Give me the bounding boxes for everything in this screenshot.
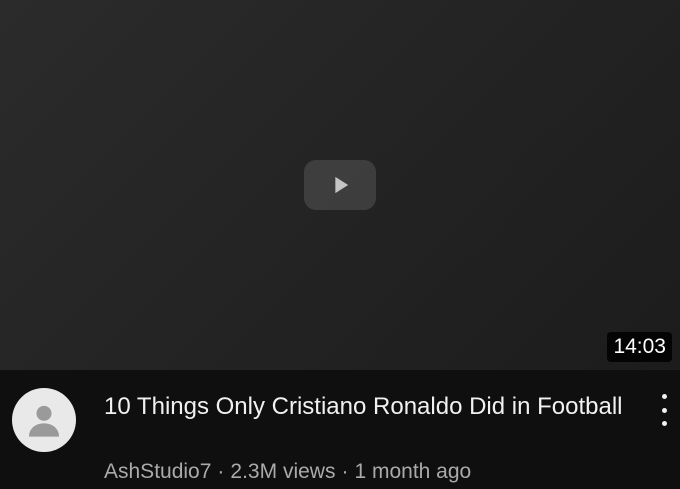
channel-name[interactable]: AshStudio7	[104, 460, 211, 483]
duration-badge: 14:03	[607, 332, 672, 362]
video-title[interactable]: 10 Things Only Cristiano Ronaldo Did in …	[104, 390, 634, 424]
menu-dot	[661, 421, 667, 426]
channel-avatar[interactable]	[12, 388, 76, 452]
play-icon	[304, 160, 376, 210]
separator: ·	[341, 460, 349, 483]
more-vert-icon[interactable]	[654, 392, 674, 428]
upload-age: 1 month ago	[354, 460, 472, 483]
video-card[interactable]: 14:03 10 Things Only Cristiano Ronaldo D…	[0, 0, 680, 489]
video-subline: AshStudio7 · 2.3M views · 1 month ago	[104, 460, 471, 484]
video-meta: 10 Things Only Cristiano Ronaldo Did in …	[0, 370, 680, 489]
view-count: 2.3M views	[230, 460, 336, 483]
video-thumbnail[interactable]: 14:03	[0, 0, 680, 370]
separator: ·	[217, 460, 225, 483]
user-icon	[29, 405, 59, 437]
menu-dot	[661, 407, 667, 413]
menu-dot	[661, 394, 667, 399]
